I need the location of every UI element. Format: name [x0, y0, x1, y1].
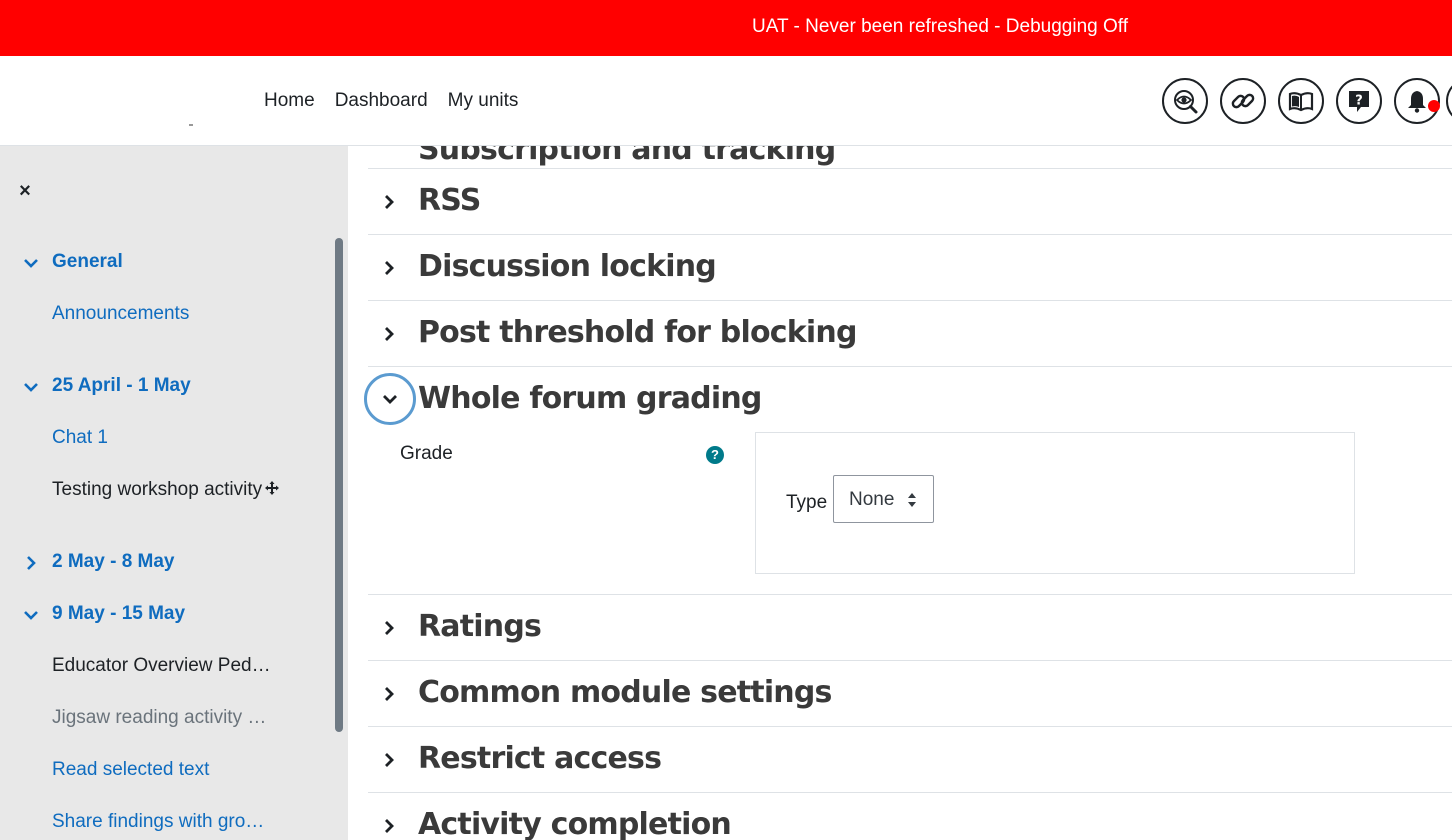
- chevron-right-icon[interactable]: [380, 325, 398, 343]
- user-menu-avatar[interactable]: [1446, 78, 1452, 124]
- course-index-activity-share-findings[interactable]: Share findings with gro…: [52, 810, 264, 834]
- grade-type-select[interactable]: None: [833, 475, 934, 523]
- chevron-right-icon[interactable]: [380, 619, 398, 637]
- forum-settings-form: Subscription and tracking RSS Discussion…: [348, 146, 1452, 840]
- course-index-activity-educator-overview[interactable]: Educator Overview Ped…: [52, 654, 271, 678]
- help-icon[interactable]: ?: [1336, 78, 1382, 124]
- primary-navigation: Home Dashboard My units: [254, 89, 528, 113]
- drawer-scrollbar[interactable]: [335, 238, 343, 732]
- section-title-common-module-settings[interactable]: Common module settings: [418, 675, 832, 710]
- svg-text:?: ?: [1355, 94, 1363, 109]
- grade-type-value: None: [849, 489, 895, 510]
- section-post-threshold: Post threshold for blocking: [368, 300, 1452, 366]
- chevron-down-icon[interactable]: [22, 254, 40, 272]
- chevron-right-icon[interactable]: [380, 259, 398, 277]
- section-discussion-locking: Discussion locking: [368, 234, 1452, 300]
- chevron-right-icon[interactable]: [380, 685, 398, 703]
- nav-link-home[interactable]: Home: [254, 89, 325, 113]
- section-title-post-threshold[interactable]: Post threshold for blocking: [418, 315, 857, 350]
- section-title-discussion-locking[interactable]: Discussion locking: [418, 249, 717, 284]
- section-common-module-settings: Common module settings: [368, 660, 1452, 726]
- grade-type-label: Type: [786, 492, 828, 513]
- grade-label: Grade: [400, 443, 453, 464]
- section-title-restrict-access[interactable]: Restrict access: [418, 741, 662, 776]
- notification-bell-icon[interactable]: [1394, 78, 1440, 124]
- course-index-section-general[interactable]: General: [52, 250, 123, 274]
- section-title-activity-completion[interactable]: Activity completion: [418, 807, 732, 840]
- section-ratings: Ratings: [368, 594, 1452, 660]
- help-question-icon[interactable]: ?: [706, 446, 724, 464]
- close-icon[interactable]: ×: [14, 180, 36, 202]
- environment-banner-text: UAT - Never been refreshed - Debugging O…: [752, 16, 1128, 37]
- course-index-activity-announcements[interactable]: Announcements: [52, 302, 189, 326]
- collapse-section-button[interactable]: [364, 373, 416, 425]
- course-index-activity-jigsaw-reading[interactable]: Jigsaw reading activity …: [52, 706, 266, 730]
- chevron-right-icon[interactable]: [22, 554, 40, 572]
- course-index-activity-label: Testing workshop activity: [52, 479, 263, 500]
- notification-badge: [1428, 100, 1440, 112]
- link-icon[interactable]: [1220, 78, 1266, 124]
- nav-link-my-units[interactable]: My units: [438, 89, 529, 113]
- grade-fieldset: Type None: [755, 432, 1355, 574]
- accessibility-eye-icon[interactable]: [1162, 78, 1208, 124]
- course-index-activity-testing-workshop[interactable]: Testing workshop activity: [52, 478, 280, 502]
- navbar-icon-group: ?: [1162, 78, 1440, 124]
- top-navbar: Home Dashboard My units ?: [0, 56, 1452, 146]
- chevron-right-icon[interactable]: [380, 193, 398, 211]
- site-logo[interactable]: [189, 124, 193, 126]
- course-index-activity-chat-1[interactable]: Chat 1: [52, 426, 108, 450]
- chevron-right-icon[interactable]: [380, 751, 398, 769]
- move-icon[interactable]: [264, 480, 280, 496]
- section-title-whole-forum-grading[interactable]: Whole forum grading: [418, 381, 762, 416]
- book-icon[interactable]: [1278, 78, 1324, 124]
- section-activity-completion: Activity completion: [368, 792, 1452, 840]
- section-title-subscription-tracking[interactable]: Subscription and tracking: [418, 146, 836, 167]
- chevron-down-icon[interactable]: [22, 378, 40, 396]
- section-rss: RSS: [368, 168, 1452, 234]
- section-restrict-access: Restrict access: [368, 726, 1452, 792]
- course-index-section-9-may[interactable]: 9 May - 15 May: [52, 602, 185, 626]
- chevron-right-icon[interactable]: [380, 817, 398, 835]
- section-title-rss[interactable]: RSS: [418, 183, 481, 218]
- course-index-activity-read-selected-text[interactable]: Read selected text: [52, 758, 209, 782]
- course-index-section-25-april[interactable]: 25 April - 1 May: [52, 374, 191, 398]
- chevron-down-icon[interactable]: [22, 606, 40, 624]
- select-caret-icon: [908, 493, 916, 507]
- nav-link-dashboard[interactable]: Dashboard: [325, 89, 438, 113]
- course-index-drawer: × General Announcements 25 April - 1 May…: [0, 146, 348, 840]
- chevron-down-icon: [383, 395, 397, 404]
- section-title-ratings[interactable]: Ratings: [418, 609, 542, 644]
- course-index-section-2-may[interactable]: 2 May - 8 May: [52, 550, 175, 574]
- environment-banner: UAT - Never been refreshed - Debugging O…: [0, 0, 1452, 56]
